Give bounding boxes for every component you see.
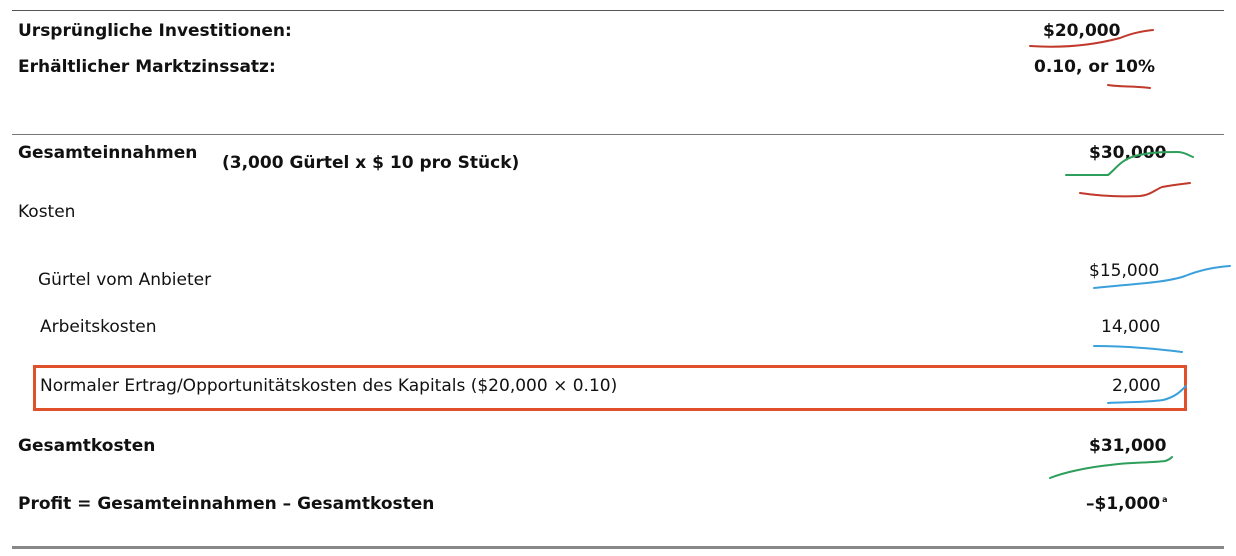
rate-value-prefix: 0.10, or xyxy=(1034,57,1115,77)
top-rule xyxy=(12,10,1224,11)
profit-footnote-mark: a xyxy=(1162,495,1168,505)
cost-item-value: 14,000 xyxy=(1101,317,1161,337)
green-underline-total xyxy=(1049,456,1173,479)
cost-item-label: Gürtel vom Anbieter xyxy=(38,270,212,290)
cost-item-label: Arbeitskosten xyxy=(40,317,157,337)
blue-underline-labor xyxy=(1093,345,1183,353)
cost-item-label: Normaler Ertrag/Opportunitätskosten des … xyxy=(40,376,618,396)
total-costs-value: $31,000 xyxy=(1089,436,1167,456)
costs-label: Kosten xyxy=(18,202,76,222)
section-rule xyxy=(12,134,1224,135)
rate-label: Erhältlicher Marktzinssatz: xyxy=(18,57,276,77)
rate-value: 0.10, or 10% xyxy=(1034,57,1155,77)
revenue-note: (3,000 Gürtel x $ 10 pro Stück) xyxy=(222,153,520,173)
revenue-value: $30,000 xyxy=(1089,143,1167,163)
cost-item-value: 2,000 xyxy=(1112,376,1161,396)
red-underline-rate xyxy=(1107,84,1151,89)
profit-value: –$1,000 a xyxy=(1086,494,1168,514)
rate-value-percent: 10% xyxy=(1114,57,1156,77)
revenue-label: Gesamteinnahmen xyxy=(18,143,198,163)
investment-value: $20,000 xyxy=(1043,21,1121,41)
investment-label: Ursprüngliche Investitionen: xyxy=(18,21,292,41)
red-underline-revenue xyxy=(1079,182,1191,198)
profit-amount: –$1,000 xyxy=(1086,494,1161,514)
bottom-rule xyxy=(12,546,1224,549)
profit-label: Profit = Gesamteinnahmen – Gesamtkosten xyxy=(18,494,435,514)
cost-item-value: $15,000 xyxy=(1089,261,1160,281)
total-costs-label: Gesamtkosten xyxy=(18,436,156,456)
